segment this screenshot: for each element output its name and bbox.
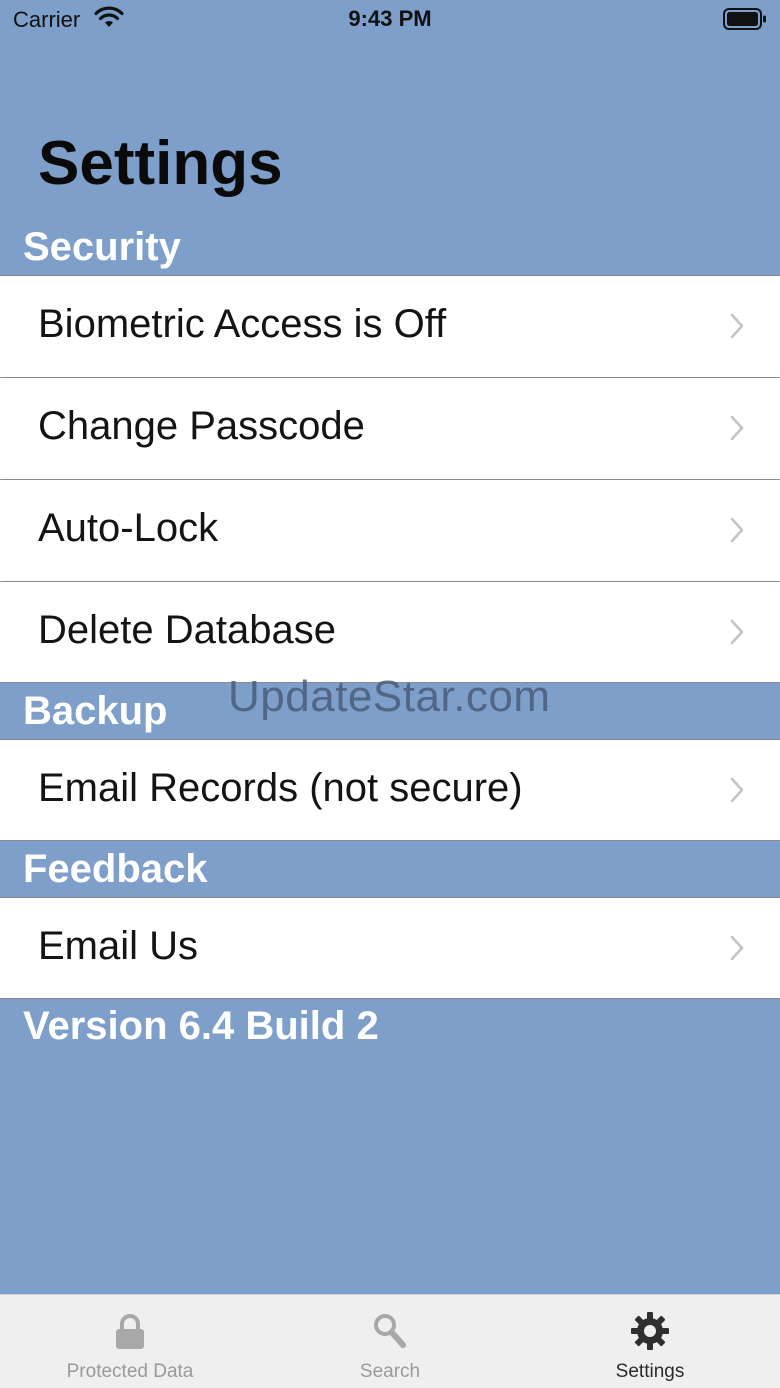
- row-biometric-access[interactable]: Biometric Access is Off: [0, 276, 780, 377]
- row-label: Delete Database: [38, 608, 336, 652]
- version-label: Version 6.4 Build 2: [23, 1004, 379, 1048]
- row-label: Change Passcode: [38, 404, 365, 448]
- row-change-passcode[interactable]: Change Passcode: [0, 378, 780, 479]
- tab-label: Protected Data: [66, 1361, 194, 1382]
- gear-icon: [631, 1312, 669, 1350]
- section-header-security: Security: [23, 225, 181, 269]
- search-icon: [374, 1314, 406, 1348]
- lock-icon: [116, 1314, 144, 1349]
- tab-label: Search: [359, 1361, 421, 1382]
- tab-search[interactable]: Search: [260, 1295, 520, 1388]
- row-auto-lock[interactable]: Auto-Lock: [0, 480, 780, 581]
- status-bar: Carrier 9:43 PM: [0, 0, 780, 40]
- row-email-us[interactable]: Email Us: [0, 898, 780, 999]
- divider: [0, 998, 780, 999]
- divider: [0, 840, 780, 841]
- tab-bar: Protected Data Search Settings: [0, 1294, 780, 1388]
- tab-settings[interactable]: Settings: [520, 1295, 780, 1388]
- chevron-right-icon: [730, 415, 744, 441]
- tab-protected-data[interactable]: Protected Data: [0, 1295, 260, 1388]
- chevron-right-icon: [730, 777, 744, 803]
- section-header-backup: Backup: [23, 689, 168, 733]
- row-label: Email Us: [38, 924, 199, 968]
- row-label: Auto-Lock: [38, 506, 219, 550]
- tab-label: Settings: [615, 1361, 685, 1382]
- section-header-feedback: Feedback: [23, 847, 208, 891]
- status-time: 9:43 PM: [348, 6, 432, 31]
- row-delete-database[interactable]: Delete Database: [0, 582, 780, 683]
- watermark: UpdateStar.com: [228, 672, 551, 721]
- row-email-records[interactable]: Email Records (not secure): [0, 740, 780, 841]
- row-label: Email Records (not secure): [38, 766, 523, 810]
- chevron-right-icon: [730, 619, 744, 645]
- row-label: Biometric Access is Off: [38, 302, 447, 346]
- battery-full-icon: [723, 8, 766, 30]
- chevron-right-icon: [730, 935, 744, 961]
- chevron-right-icon: [730, 313, 744, 339]
- page-title: Settings: [38, 129, 283, 198]
- chevron-right-icon: [730, 517, 744, 543]
